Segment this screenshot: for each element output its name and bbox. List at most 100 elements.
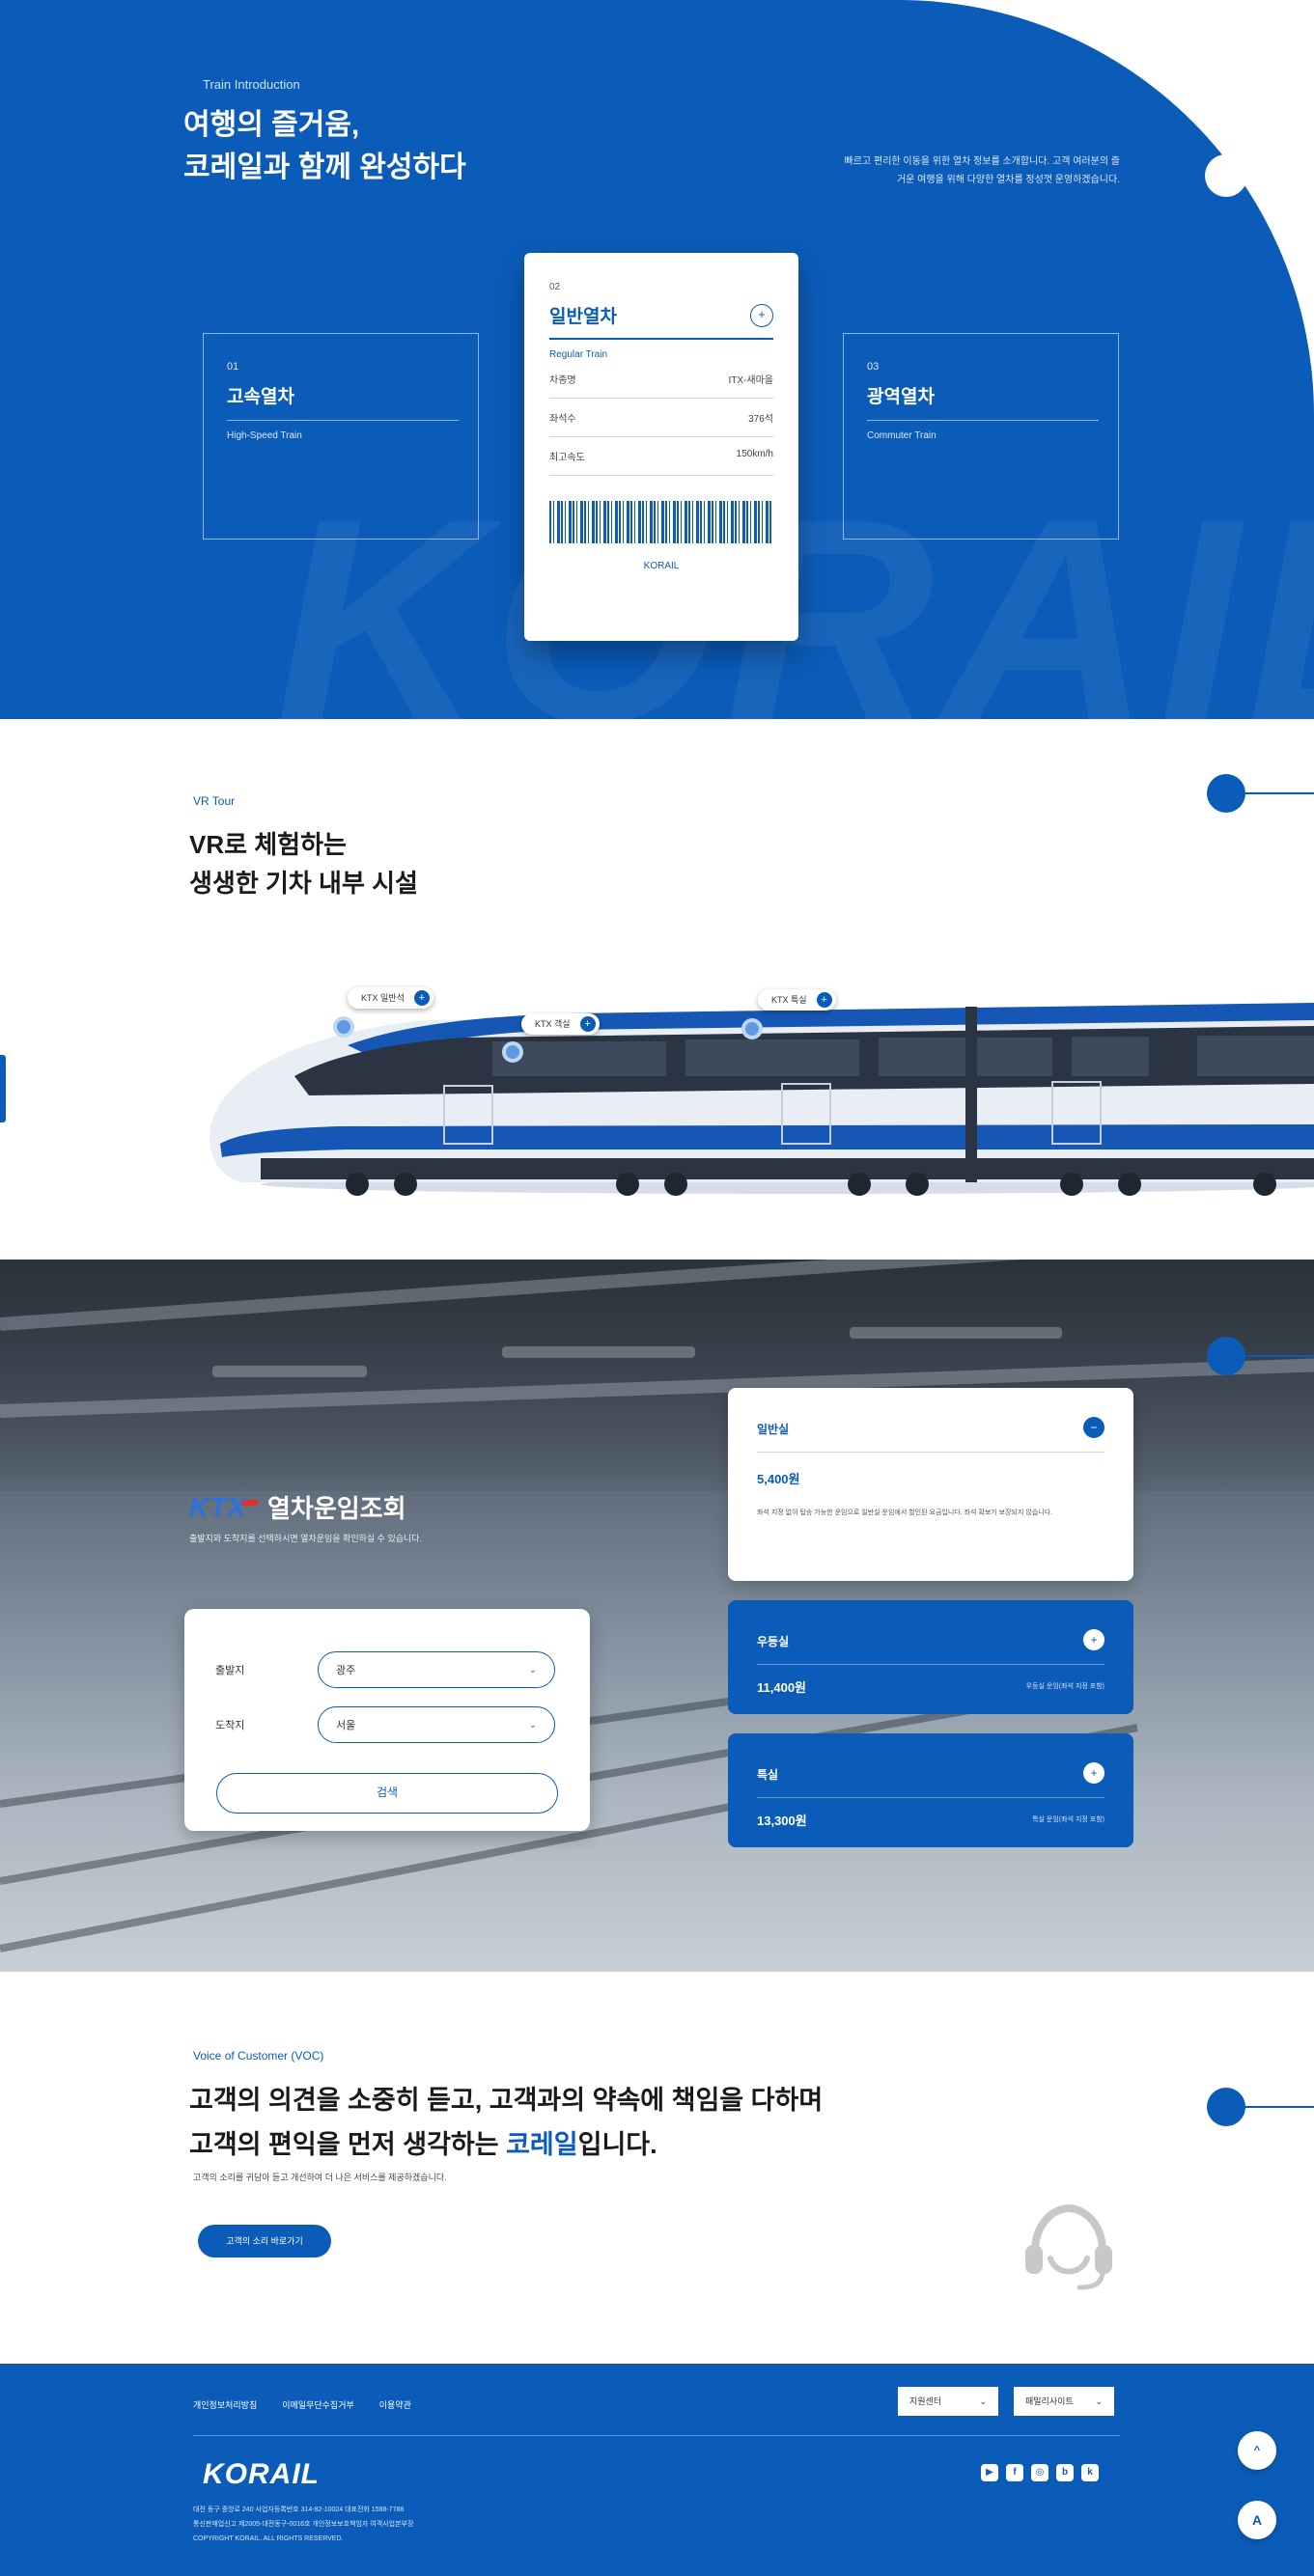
plus-icon[interactable]: + (750, 303, 773, 327)
vr-hotspot-cabin[interactable]: KTX 객실 + (521, 1013, 600, 1035)
voc-section: Voice of Customer (VOC) 고객의 의견을 소중히 듣고, … (0, 1972, 1314, 2364)
barcode-image (549, 501, 773, 543)
card-number: 01 (227, 361, 239, 373)
hotspot-label: KTX 객실 (535, 1019, 571, 1029)
section-indicator-line (1226, 1355, 1314, 1357)
vr-eyebrow: VR Tour (193, 794, 236, 808)
hotspot-label: KTX 일반석 (361, 993, 405, 1003)
instagram-icon[interactable]: ◎ (1031, 2464, 1048, 2481)
footer-info-line: 대전 동구 중앙로 240 사업자등록번호 314-82-10024 대표전화 … (193, 2507, 405, 2513)
fare-card-economy[interactable]: 일반실 − 5,400원 좌석 지정 없이 탑승 가능한 운임으로 일반실 운임… (728, 1388, 1133, 1581)
footer-link[interactable]: 이메일무단수집거부 (282, 2398, 354, 2411)
footer-divider (193, 2435, 1120, 2436)
station-light (212, 1366, 367, 1377)
voc-link-button[interactable]: 고객의 소리 바로가기 (198, 2225, 331, 2257)
spec-label: 최고속도 (549, 453, 585, 463)
arrival-label: 도착지 (215, 1720, 245, 1731)
intro-title-line2: 코레일과 함께 완성하다 (183, 152, 466, 183)
vr-title-line1: VR로 체험하는 (189, 830, 347, 859)
spec-label: 좌석수 (549, 414, 576, 425)
voc-title-line2: 고객의 편익을 먼저 생각하는 코레일입니다. (189, 2122, 823, 2167)
voc-title-line2-a: 고객의 편익을 먼저 생각하는 (189, 2130, 507, 2159)
ticket-spec-row: 최고속도 150km/h (549, 437, 773, 476)
scroll-top-button[interactable]: ^ (1238, 2431, 1276, 2470)
vr-hotspot-pin[interactable] (333, 1016, 354, 1038)
voc-title-line1: 고객의 의견을 소중히 듣고, 고객과의 약속에 책임을 다하며 (189, 2086, 824, 2115)
footer-info: 대전 동구 중앙로 240 사업자등록번호 314-82-10024 대표전화 … (193, 2503, 413, 2546)
fare-divider (757, 1664, 1104, 1665)
korail-logo[interactable]: KORAIL (203, 2458, 320, 2491)
vr-hotspot-pin[interactable] (502, 1041, 523, 1063)
kakao-icon[interactable]: k (1081, 2464, 1099, 2481)
chevron-down-icon: ⌄ (528, 1719, 537, 1731)
fare-divider (757, 1452, 1104, 1453)
footer-link[interactable]: 개인정보처리방침 (193, 2398, 257, 2411)
vr-hotspot-general-seat[interactable]: KTX 일반석 + (348, 987, 433, 1009)
fare-title: 특실 (757, 1768, 779, 1782)
ticket-code: KORAIL (643, 561, 680, 571)
voc-title: 고객의 의견을 소중히 듣고, 고객과의 약속에 책임을 다하며 고객의 편익을… (189, 2078, 823, 2167)
plus-icon[interactable]: + (1083, 1629, 1104, 1650)
support-center-select[interactable]: 지원센터 ⌄ (898, 2387, 998, 2416)
ticket-english-name: Regular Train (549, 349, 608, 360)
card-name: 광역열차 (867, 382, 1099, 421)
fare-note: 우등실 운임(좌석 지정 포함) (1025, 1683, 1104, 1690)
facebook-icon[interactable]: f (1006, 2464, 1023, 2481)
family-site-select[interactable]: 패밀리사이트 ⌄ (1014, 2387, 1114, 2416)
section-indicator-line (1226, 2106, 1314, 2108)
ticket-spec-row: 차종명 ITX-새마을 (549, 360, 773, 399)
minus-icon[interactable]: − (1083, 1417, 1104, 1438)
card-name: 고속열차 (227, 382, 459, 421)
plus-icon: + (816, 992, 832, 1008)
voc-subtitle: 고객의 소리를 귀담아 듣고 개선하여 더 나은 서비스를 제공하겠습니다. (193, 2173, 447, 2182)
select-label: 지원센터 (909, 2396, 942, 2406)
footer-info-line: COPYRIGHT KORAIL. ALL RIGHTS RESERVED. (193, 2535, 344, 2542)
chat-button[interactable]: A (1238, 2501, 1276, 2539)
youtube-icon[interactable]: ▶ (981, 2464, 998, 2481)
fare-title: 우등실 (757, 1635, 790, 1648)
intro-description: 빠르고 편리한 이동을 위한 열차 정보를 소개합니다. 고객 여러분의 즐 거… (695, 152, 1120, 189)
vr-hotspot-first-class[interactable]: KTX 특실 + (758, 989, 836, 1011)
ktx-logo: KTX (189, 1491, 246, 1522)
fare-lookup-title: 열차운임조회 (267, 1494, 406, 1523)
spec-label: 차종명 (549, 375, 576, 386)
departure-value: 광주 (336, 1665, 356, 1676)
train-card-high-speed[interactable]: 01 고속열차 High-Speed Train (203, 333, 479, 540)
hotspot-label: KTX 특실 (771, 995, 807, 1005)
side-tab-marker[interactable] (0, 1055, 6, 1122)
ticket-header: 일반열차 + (549, 302, 773, 340)
fare-price: 5,400원 (757, 1472, 800, 1486)
chevron-down-icon: ⌄ (528, 1664, 537, 1676)
intro-title: 여행의 즐거움, 코레일과 함께 완성하다 (183, 104, 466, 189)
train-card-regular-ticket[interactable]: 02 일반열차 + Regular Train 차종명 ITX-새마을 좌석수 … (524, 253, 798, 641)
train-card-commuter[interactable]: 03 광역열차 Commuter Train (843, 333, 1119, 540)
ticket-name: 일반열차 (549, 307, 617, 327)
train-intro-section: KORAIL Train Introduction 여행의 즐거움, 코레일과 … (0, 0, 1314, 719)
intro-desc-line2: 거운 여행을 위해 다양한 열차를 정성껏 운영하겠습니다. (896, 175, 1120, 185)
fare-card-premium[interactable]: 우등실 + 11,400원 우등실 운임(좌석 지정 포함) (728, 1600, 1133, 1714)
plus-icon[interactable]: + (1083, 1762, 1104, 1784)
card-number: 03 (867, 361, 880, 373)
fare-price: 11,400원 (757, 1680, 807, 1695)
ktx-fare-section: KTX 열차운임조회 출발지와 도착지를 선택하시면 열차운임을 확인하실 수 … (0, 1260, 1314, 1972)
departure-select[interactable]: 광주 ⌄ (318, 1651, 555, 1688)
vr-hotspot-pin[interactable] (741, 1018, 763, 1039)
footer-link[interactable]: 이용약관 (379, 2398, 411, 2411)
spec-value: 376석 (748, 414, 773, 425)
spec-value: ITX-새마을 (728, 375, 774, 386)
arrival-select[interactable]: 서울 ⌄ (318, 1706, 555, 1743)
headset-icon (1025, 2203, 1112, 2290)
chevron-down-icon: ⌄ (1095, 2396, 1103, 2406)
blog-icon[interactable]: b (1056, 2464, 1074, 2481)
departure-label: 출발지 (215, 1665, 245, 1676)
ktx-logo-accent (240, 1499, 260, 1506)
footer-selects: 지원센터 ⌄ 패밀리사이트 ⌄ (898, 2387, 1114, 2416)
fare-note: 좌석 지정 없이 탑승 가능한 운임으로 일반실 운임에서 할인된 요금입니다.… (757, 1510, 1053, 1516)
search-button[interactable]: 검색 (216, 1773, 558, 1814)
vr-title: VR로 체험하는 생생한 기차 내부 시설 (189, 825, 418, 902)
fare-card-first-class[interactable]: 특실 + 13,300원 특실 운임(좌석 지정 포함) (728, 1733, 1133, 1847)
voc-eyebrow: Voice of Customer (VOC) (193, 2049, 324, 2063)
fare-title: 일반실 (757, 1423, 790, 1436)
section-indicator-line (1226, 792, 1314, 794)
intro-eyebrow: Train Introduction (203, 77, 300, 92)
